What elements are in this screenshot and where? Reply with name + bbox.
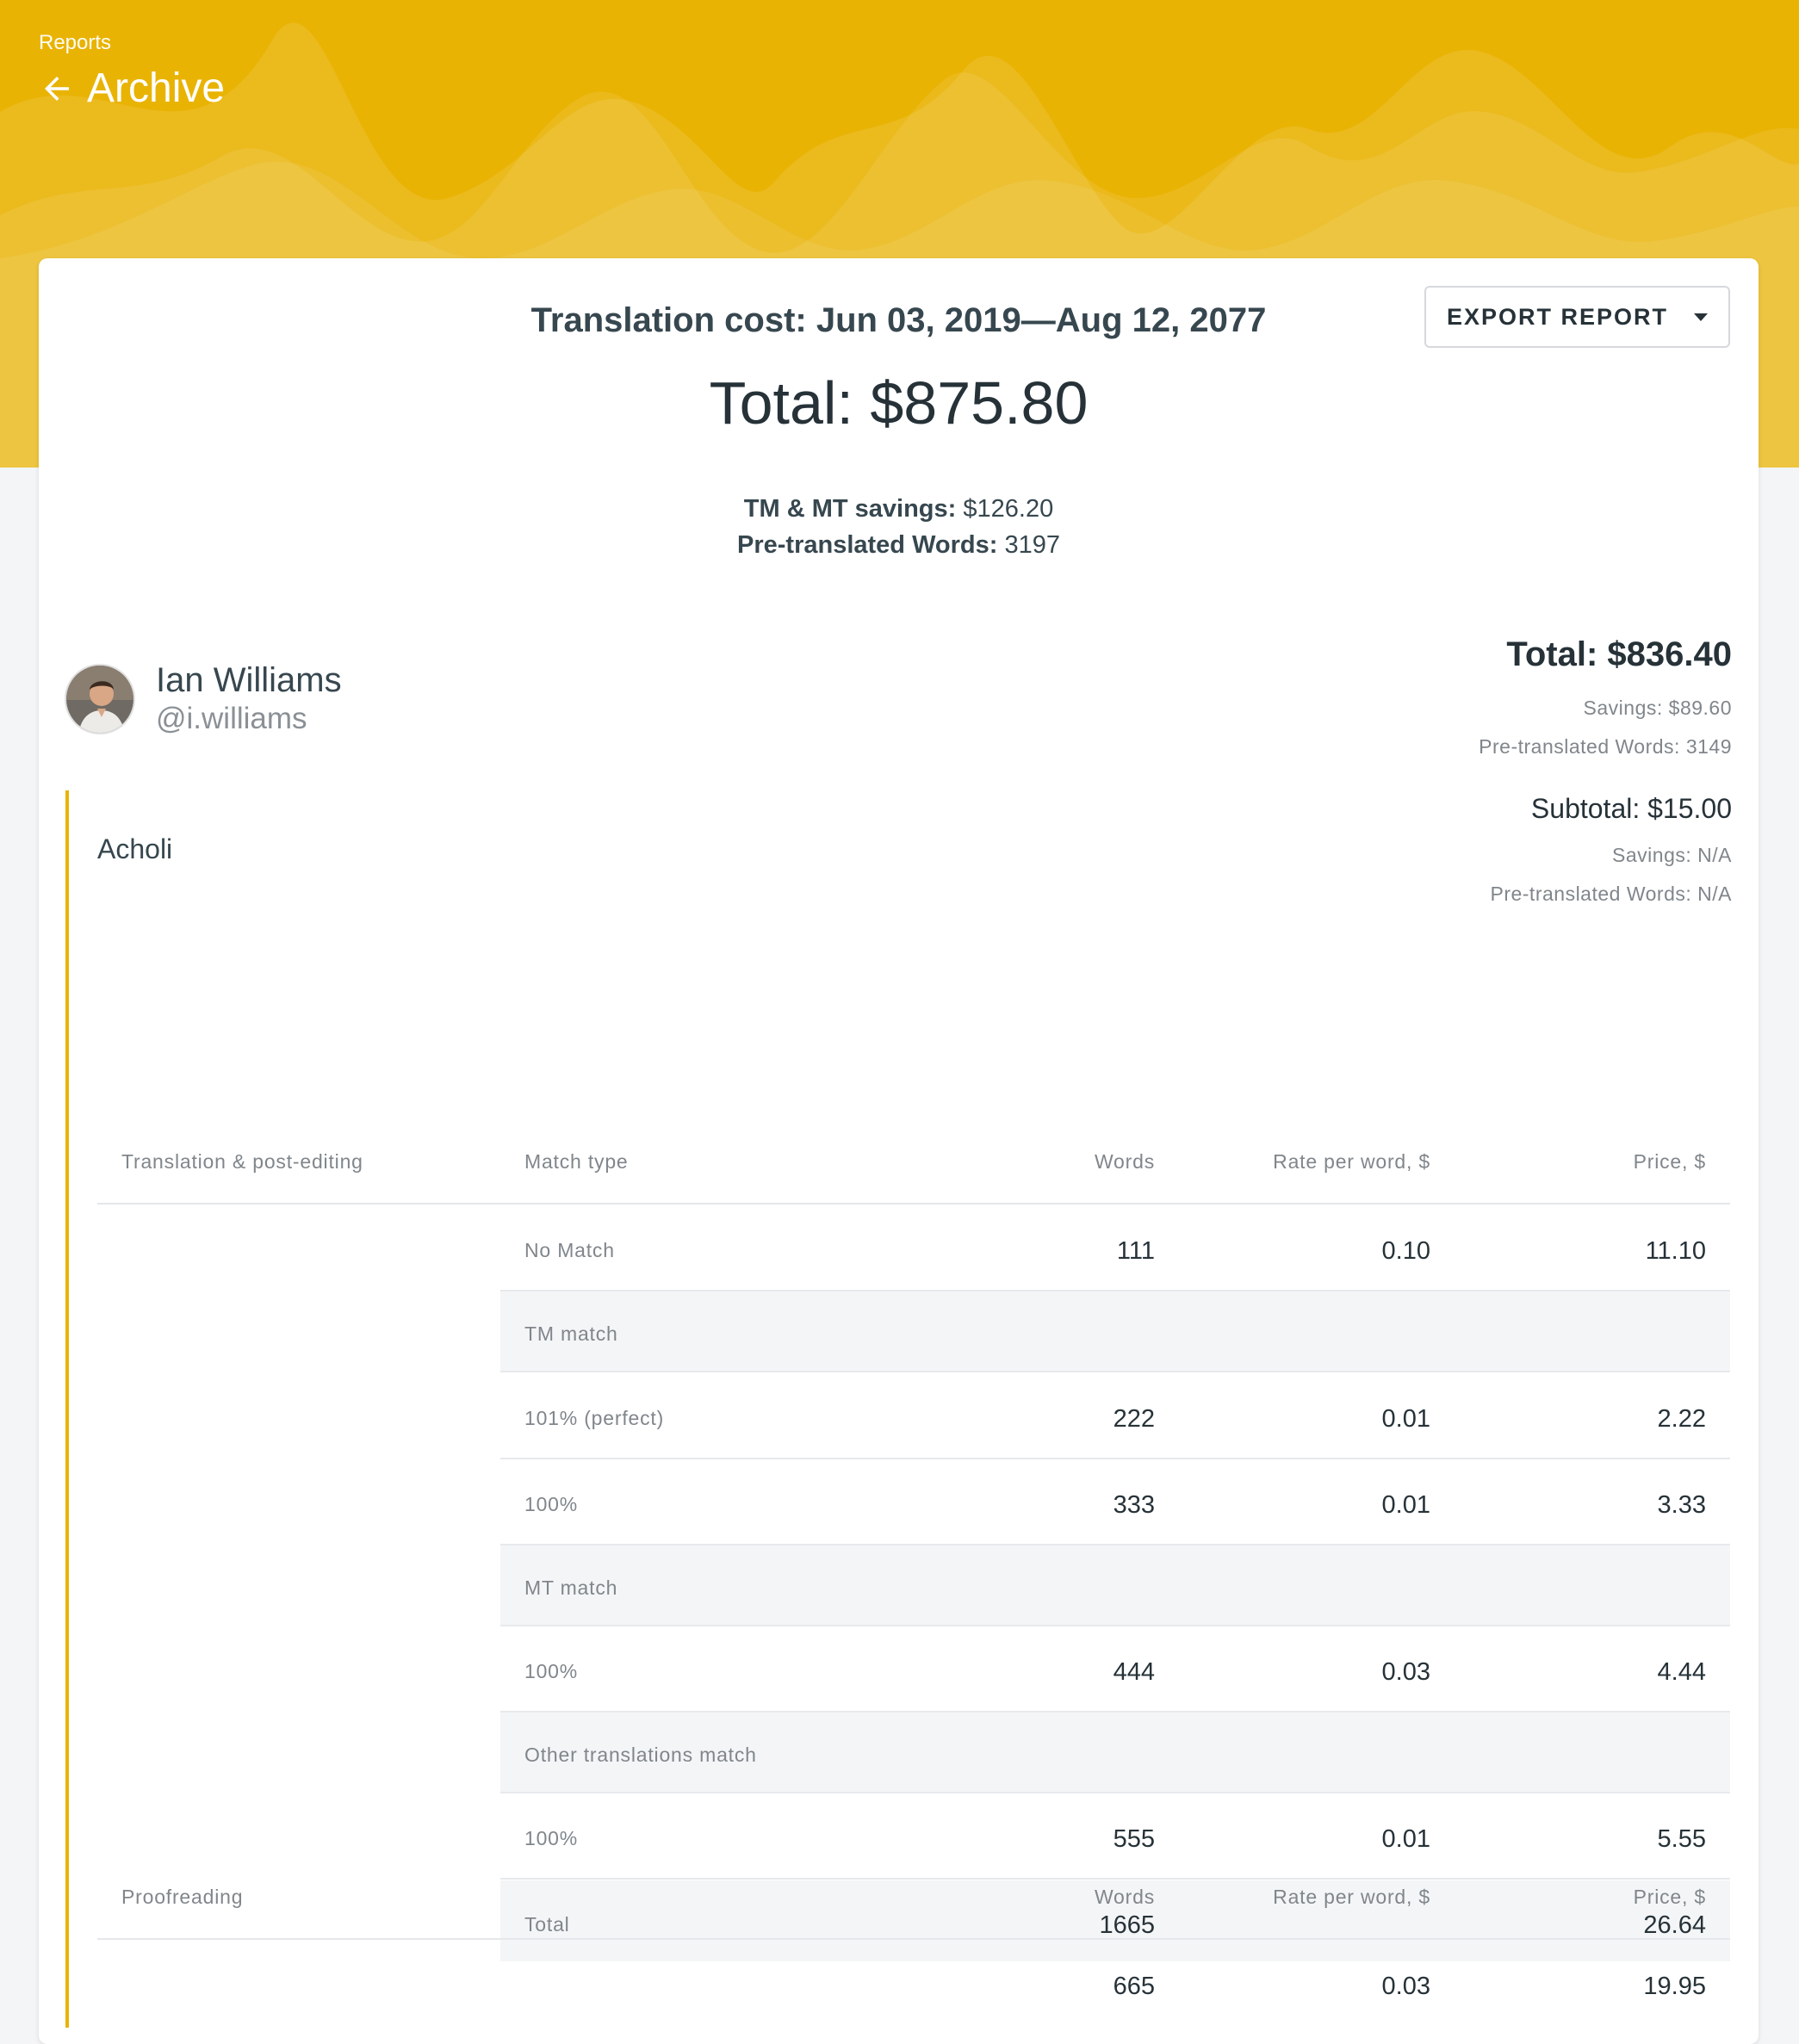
row-price: 2.22 <box>1657 1405 1706 1433</box>
savings-label: TM & MT savings: <box>743 495 957 523</box>
row-label: 101% (perfect) <box>524 1407 665 1429</box>
row-price: 19.95 <box>1643 1973 1706 2000</box>
row-words: 555 <box>1113 1825 1155 1853</box>
back-arrow-icon[interactable] <box>39 71 75 107</box>
pretranslated-value: 3197 <box>997 531 1060 559</box>
table-row: 100% 333 0.01 3.33 <box>500 1460 1730 1545</box>
row-rate: 0.03 <box>1381 1973 1430 2000</box>
savings-line: TM & MT savings: $126.20 <box>39 491 1759 527</box>
user-savings: Savings: $89.60 <box>1583 697 1732 719</box>
header-words: Words <box>1094 1886 1155 1908</box>
title-row: Archive <box>39 65 225 112</box>
pretranslated-line: Pre-translated Words: 3197 <box>39 527 1759 563</box>
header-rate: Rate per word, $ <box>1273 1150 1430 1173</box>
report-grand-total: Total: $875.80 <box>709 369 1089 437</box>
avatar <box>65 663 135 734</box>
language-accent-bar <box>65 790 69 2028</box>
row-rate: 0.10 <box>1381 1237 1430 1265</box>
breadcrumb[interactable]: Reports <box>39 31 111 55</box>
row-label: 100% <box>524 1827 579 1849</box>
user-text: Ian Williams @i.williams <box>156 661 342 736</box>
user-name: Ian Williams <box>156 661 342 699</box>
row-price: 11.10 <box>1645 1237 1706 1265</box>
user-handle: @i.williams <box>156 702 307 735</box>
user-pretranslated: Pre-translated Words: 3149 <box>1479 735 1732 758</box>
header-section: Proofreading <box>121 1886 244 1908</box>
table-row: No Match 111 0.10 11.10 <box>500 1206 1730 1291</box>
header-section: Translation & post-editing <box>121 1150 363 1173</box>
language-name: Acholi <box>97 833 173 864</box>
row-words: 444 <box>1113 1658 1155 1686</box>
row-words: 333 <box>1113 1491 1155 1519</box>
language-pretranslated: Pre-translated Words: N/A <box>1490 883 1732 905</box>
table-group-row: Other translations match <box>500 1713 1730 1793</box>
row-words: 222 <box>1113 1405 1155 1433</box>
user-info: Ian Williams @i.williams <box>65 661 342 736</box>
group-label: MT match <box>524 1576 618 1599</box>
row-label: No Match <box>524 1239 615 1261</box>
table-group-row: TM match <box>500 1291 1730 1372</box>
row-rate: 0.01 <box>1381 1405 1430 1433</box>
user-totals: Total: $836.40 Savings: $89.60 Pre-trans… <box>1479 635 1732 906</box>
translation-table-header: Translation & post-editing Match type Wo… <box>97 1119 1730 1205</box>
header-words: Words <box>1094 1150 1155 1173</box>
group-label: Other translations match <box>524 1744 757 1766</box>
report-summary: TM & MT savings: $126.20 Pre-translated … <box>39 491 1759 563</box>
table-row: 100% 444 0.03 4.44 <box>500 1627 1730 1713</box>
page-title: Archive <box>87 65 226 111</box>
pretranslated-label: Pre-translated Words: <box>737 531 998 559</box>
row-words: 111 <box>1116 1237 1155 1265</box>
row-rate: 0.01 <box>1381 1491 1430 1519</box>
header-rate: Rate per word, $ <box>1273 1886 1430 1908</box>
proofreading-table: Proofreading Words Rate per word, $ Pric… <box>97 1855 1730 2027</box>
language-savings: Savings: N/A <box>1612 844 1732 866</box>
header-match-type: Match type <box>524 1150 629 1173</box>
row-price: 3.33 <box>1657 1491 1706 1519</box>
row-price: 4.44 <box>1657 1658 1706 1686</box>
user-total: Total: $836.40 <box>1506 635 1732 673</box>
row-price: 5.55 <box>1657 1825 1706 1853</box>
savings-value: $126.20 <box>956 495 1054 523</box>
export-report-button[interactable]: EXPORT REPORT <box>1424 286 1730 348</box>
export-report-label: EXPORT REPORT <box>1446 303 1669 330</box>
row-rate: 0.01 <box>1381 1825 1430 1853</box>
row-label: 100% <box>524 1493 579 1515</box>
table-row: 665 0.03 19.95 <box>97 1942 1730 2027</box>
header-price: Price, $ <box>1633 1886 1706 1908</box>
report-card: Translation cost: Jun 03, 2019—Aug 12, 2… <box>39 258 1759 2044</box>
row-label: 100% <box>524 1660 579 1682</box>
proofreading-table-header: Proofreading Words Rate per word, $ Pric… <box>97 1855 1730 1940</box>
table-row: 101% (perfect) 222 0.01 2.22 <box>500 1374 1730 1459</box>
language-subtotal: Subtotal: $15.00 <box>1530 793 1732 824</box>
header-price: Price, $ <box>1633 1150 1706 1173</box>
translation-table: Translation & post-editing Match type Wo… <box>97 1119 1730 1980</box>
row-words: 665 <box>1113 1973 1155 2000</box>
caret-down-icon <box>1694 313 1709 321</box>
row-rate: 0.03 <box>1381 1658 1430 1686</box>
table-group-row: MT match <box>500 1545 1730 1626</box>
group-label: TM match <box>524 1322 618 1345</box>
